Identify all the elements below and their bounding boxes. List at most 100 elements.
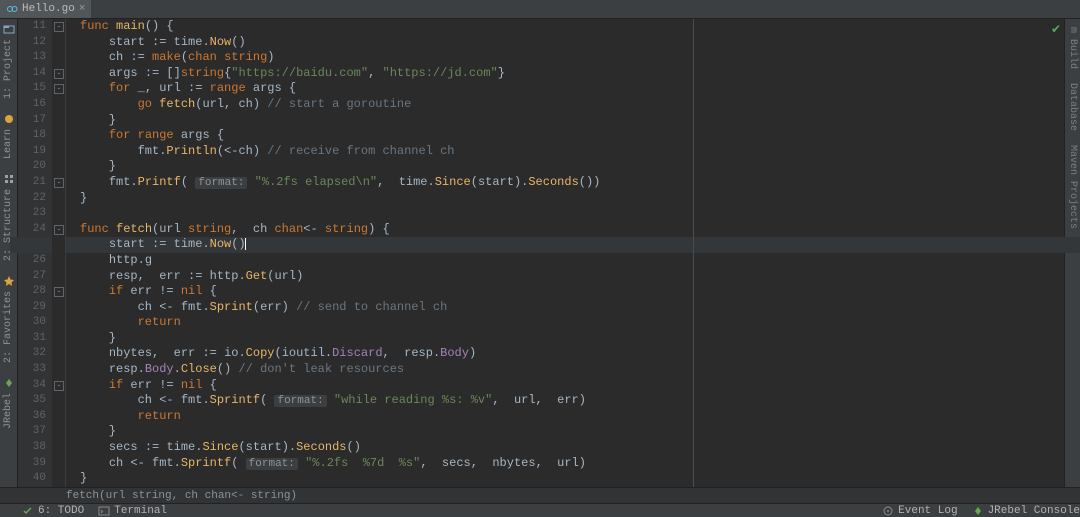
tab-hello-go[interactable]: Hello.go ×	[0, 0, 91, 18]
terminal-label: Terminal	[114, 505, 167, 517]
editor-area: ✔ 11121314151617181920212223242526272829…	[18, 19, 1064, 487]
code-line[interactable]: func main() {	[80, 19, 1064, 35]
tool-tab-m-build[interactable]: m Build	[1067, 27, 1078, 69]
fold-toggle[interactable]: -	[54, 22, 64, 32]
line-number: 29	[18, 300, 46, 316]
code-line[interactable]: resp.Body.Close() // don't leak resource…	[80, 362, 1064, 378]
caret-icon	[245, 238, 246, 250]
code-line[interactable]: start := time.Now()	[80, 35, 1064, 51]
fold-toggle[interactable]: -	[54, 381, 64, 391]
left-tool-stripe: 1: ProjectLearn2: Structure2: FavoritesJ…	[0, 19, 18, 487]
line-number: 36	[18, 409, 46, 425]
code-line[interactable]: args := []string{"https://baidu.com", "h…	[80, 66, 1064, 82]
line-number: 28	[18, 284, 46, 300]
code-line[interactable]: http.g	[80, 253, 1064, 269]
tool-tab-maven-projects[interactable]: Maven Projects	[1067, 145, 1078, 229]
line-number: 40	[18, 471, 46, 487]
tool-tab-icon	[3, 23, 15, 35]
code-line[interactable]: }	[80, 471, 1064, 487]
line-number: 31	[18, 331, 46, 347]
tool-tab-1-project[interactable]: 1: Project	[3, 39, 14, 99]
tool-tab-jrebel[interactable]: JRebel	[3, 393, 14, 429]
terminal-tool[interactable]: Terminal	[98, 505, 167, 517]
line-number: 20	[18, 159, 46, 175]
tab-label: Hello.go	[22, 3, 75, 15]
code-line[interactable]: go fetch(url, ch) // start a goroutine	[80, 97, 1064, 113]
code-line[interactable]: ch := make(chan string)	[80, 50, 1064, 66]
code-line[interactable]: if err != nil {	[80, 378, 1064, 394]
code-line[interactable]: return	[80, 315, 1064, 331]
tool-tab-icon	[3, 113, 15, 125]
code-line[interactable]: }	[80, 331, 1064, 347]
code-line[interactable]: fmt.Println(<-ch) // receive from channe…	[80, 144, 1064, 160]
code-line[interactable]: }	[80, 424, 1064, 440]
code-line[interactable]: ch <- fmt.Sprint(err) // send to channel…	[80, 300, 1064, 316]
event-log-label: Event Log	[898, 505, 957, 517]
code-line[interactable]: nbytes, err := io.Copy(ioutil.Discard, r…	[80, 346, 1064, 362]
code-line[interactable]: }	[80, 159, 1064, 175]
fold-toggle[interactable]: -	[54, 84, 64, 94]
close-icon[interactable]: ×	[79, 3, 86, 15]
fold-toggle[interactable]: -	[54, 178, 64, 188]
fold-toggle[interactable]: -	[54, 225, 64, 235]
jrebel-icon	[972, 505, 984, 517]
tool-tab-icon	[3, 377, 15, 389]
editor-tabs: Hello.go ×	[0, 0, 1080, 19]
code-line[interactable]: secs := time.Since(start).Seconds()	[80, 440, 1064, 456]
line-number: 19	[18, 144, 46, 160]
bottom-tool-bar: 6: TODO Terminal Event Log JRebel Consol…	[0, 503, 1080, 517]
todo-tool[interactable]: 6: TODO	[22, 505, 84, 517]
go-file-icon	[6, 3, 18, 15]
event-log-icon	[882, 505, 894, 517]
line-number: 13	[18, 50, 46, 66]
line-number: 14	[18, 66, 46, 82]
tool-tab-learn[interactable]: Learn	[3, 129, 14, 159]
code-line[interactable]: resp, err := http.Get(url)	[80, 269, 1064, 285]
code-line[interactable]: return	[80, 409, 1064, 425]
fold-column: - - - - - - -	[52, 19, 66, 487]
jrebel-console-tool[interactable]: JRebel Console	[972, 505, 1080, 517]
line-number: 12	[18, 35, 46, 51]
code-line[interactable]: func fetch(url string, ch chan<- string)…	[80, 222, 1064, 238]
analysis-ok-icon: ✔	[1051, 22, 1061, 37]
tool-tab-icon	[3, 275, 15, 287]
line-number: 23	[18, 206, 46, 222]
code-line[interactable]: fmt.Printf( format: "%.2fs elapsed\n", t…	[80, 175, 1064, 191]
code-line[interactable]: for range args {	[80, 128, 1064, 144]
tool-tab-database[interactable]: Database	[1067, 83, 1078, 131]
line-number: 11	[18, 19, 46, 35]
line-number: 37	[18, 424, 46, 440]
line-number: 27	[18, 269, 46, 285]
tool-tab-2-favorites[interactable]: 2: Favorites	[3, 291, 14, 363]
fold-toggle[interactable]: -	[54, 69, 64, 79]
code-line[interactable]: ch <- fmt.Sprintf( format: "while readin…	[80, 393, 1064, 409]
code-line[interactable]: ch <- fmt.Sprintf( format: "%.2fs %7d %s…	[80, 456, 1064, 472]
code-line[interactable]: start := time.Now()	[10, 237, 1080, 253]
tool-tab-icon	[3, 173, 15, 185]
fold-toggle[interactable]: -	[54, 287, 64, 297]
code-line[interactable]	[80, 206, 1064, 222]
jrebel-label: JRebel Console	[988, 505, 1080, 517]
code-line[interactable]: for _, url := range args {	[80, 81, 1064, 97]
line-number: 33	[18, 362, 46, 378]
line-number: 30	[18, 315, 46, 331]
line-number: 26	[18, 253, 46, 269]
line-number: 38	[18, 440, 46, 456]
code-editor[interactable]: func main() { start := time.Now() ch := …	[66, 19, 1064, 487]
line-number: 16	[18, 97, 46, 113]
code-line[interactable]: }	[80, 113, 1064, 129]
code-line[interactable]: if err != nil {	[80, 284, 1064, 300]
event-log-tool[interactable]: Event Log	[882, 505, 957, 517]
todo-label: 6: TODO	[38, 505, 84, 517]
breadcrumb[interactable]: fetch(url string, ch chan<- string)	[0, 487, 1080, 503]
line-number: 39	[18, 456, 46, 472]
line-number: 22	[18, 191, 46, 207]
line-number: 15	[18, 81, 46, 97]
code-line[interactable]: }	[80, 191, 1064, 207]
line-number: 35	[18, 393, 46, 409]
split-divider[interactable]	[693, 19, 694, 487]
line-number: 24	[18, 222, 46, 238]
line-number-gutter: 1112131415161718192021222324252627282930…	[18, 19, 52, 487]
line-number: 32	[18, 346, 46, 362]
line-number: 21	[18, 175, 46, 191]
